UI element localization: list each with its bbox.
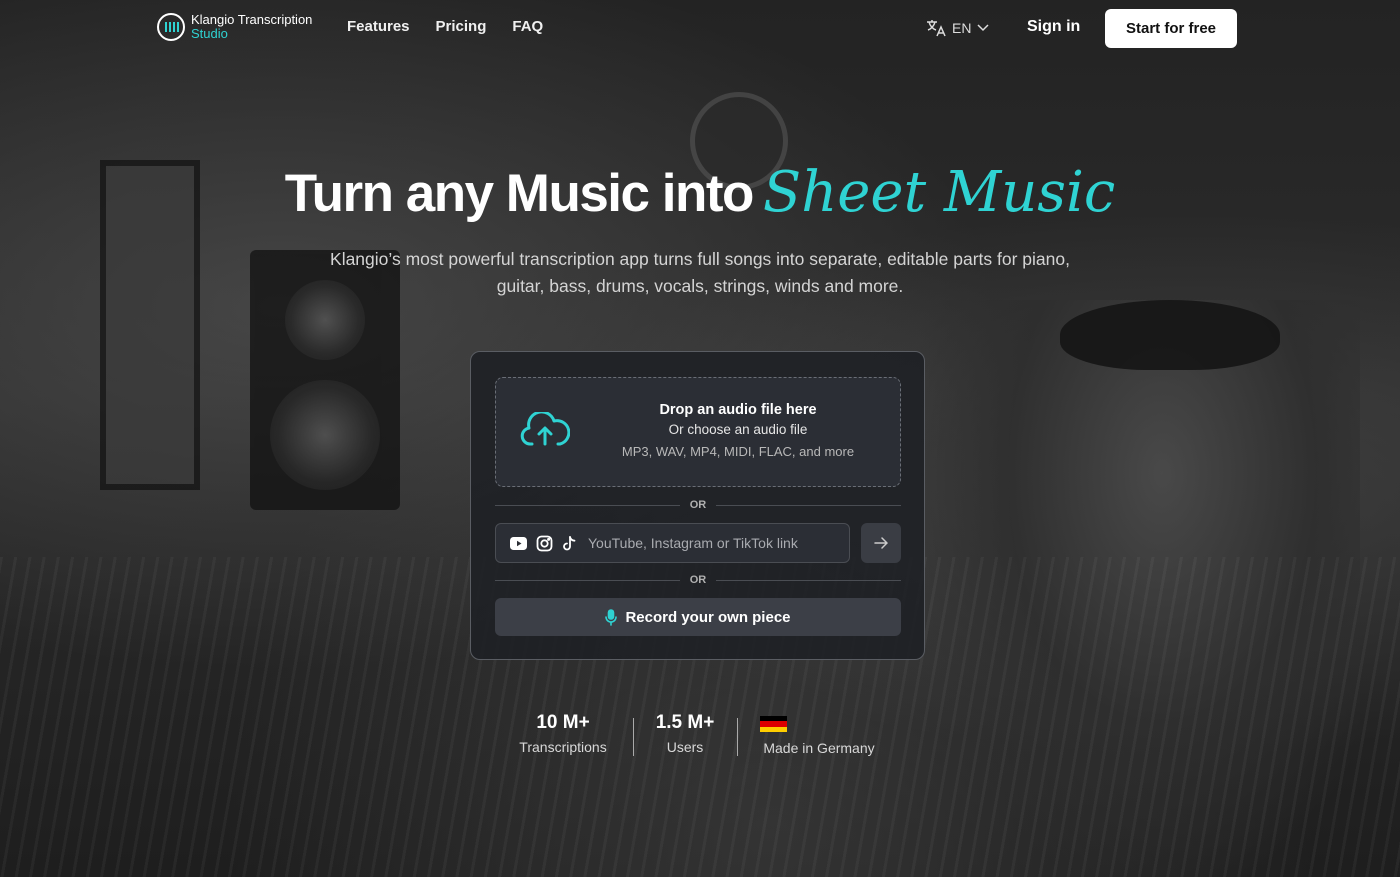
or-label: OR bbox=[689, 574, 707, 586]
audio-drop-zone[interactable]: Drop an audio file here Or choose an aud… bbox=[495, 377, 901, 487]
hero-title-plain: Turn any Music into bbox=[284, 164, 755, 223]
klangio-logo-icon bbox=[157, 13, 185, 41]
stat-value: 1.5 M+ bbox=[655, 712, 715, 733]
nav-links: Features Pricing FAQ bbox=[347, 18, 543, 35]
hero-title: Turn any Music into Sheet Music bbox=[0, 160, 1400, 225]
logo[interactable]: Klangio Transcription Studio bbox=[157, 13, 312, 41]
chevron-down-icon bbox=[977, 24, 989, 32]
instagram-icon bbox=[536, 535, 553, 552]
stat-divider bbox=[737, 718, 738, 756]
hero-subtitle: Klangio’s most powerful transcription ap… bbox=[330, 249, 1070, 296]
language-selector[interactable]: EN bbox=[926, 19, 989, 37]
top-navigation: Klangio Transcription Studio Features Pr… bbox=[0, 0, 1400, 56]
stat-made-in-germany: Made in Germany bbox=[755, 712, 883, 756]
nav-link-faq[interactable]: FAQ bbox=[512, 18, 543, 35]
link-input[interactable] bbox=[588, 524, 843, 562]
tiktok-icon bbox=[563, 535, 576, 550]
stat-label: Users bbox=[666, 739, 704, 755]
logo-line2: Studio bbox=[191, 26, 228, 41]
nav-link-features[interactable]: Features bbox=[347, 18, 410, 35]
musician-figure bbox=[920, 300, 1360, 877]
stat-label: Transcriptions bbox=[519, 739, 607, 755]
translate-icon bbox=[927, 20, 946, 37]
record-label: Record your own piece bbox=[625, 608, 791, 626]
upload-card: Drop an audio file here Or choose an aud… bbox=[470, 351, 925, 660]
drop-title: Drop an audio file here bbox=[659, 402, 817, 418]
language-code: EN bbox=[952, 20, 972, 36]
record-button[interactable]: Record your own piece bbox=[495, 598, 901, 636]
logo-text: Klangio Transcription Studio bbox=[191, 13, 312, 41]
logo-line1: Klangio Transcription bbox=[191, 12, 313, 27]
sign-in-link[interactable]: Sign in bbox=[1027, 18, 1080, 36]
arrow-right-icon bbox=[874, 537, 888, 549]
or-divider-1: OR bbox=[495, 498, 901, 512]
choose-audio-file-link[interactable]: Or choose an audio file bbox=[496, 422, 900, 437]
stat-label: Made in Germany bbox=[763, 740, 875, 756]
or-label: OR bbox=[689, 499, 707, 511]
stat-transcriptions: 10 M+ Transcriptions bbox=[505, 712, 621, 755]
supported-formats: MP3, WAV, MP4, MIDI, FLAC, and more bbox=[621, 444, 855, 459]
start-for-free-button[interactable]: Start for free bbox=[1105, 9, 1237, 48]
stat-divider bbox=[633, 718, 634, 756]
stat-value: 10 M+ bbox=[536, 712, 590, 733]
musician-hat bbox=[1060, 300, 1280, 370]
nav-link-pricing[interactable]: Pricing bbox=[436, 18, 487, 35]
hero-title-accent: Sheet Music bbox=[762, 160, 1116, 225]
or-divider-2: OR bbox=[495, 573, 901, 587]
stat-users: 1.5 M+ Users bbox=[645, 712, 725, 755]
microphone-icon bbox=[605, 608, 618, 626]
platform-icons bbox=[510, 535, 576, 552]
germany-flag-icon bbox=[760, 716, 787, 732]
link-input-box bbox=[495, 523, 850, 563]
submit-link-button[interactable] bbox=[861, 523, 901, 563]
link-row bbox=[495, 523, 901, 563]
youtube-icon bbox=[510, 537, 527, 550]
stats-bar: 10 M+ Transcriptions 1.5 M+ Users Made i… bbox=[0, 712, 1400, 762]
